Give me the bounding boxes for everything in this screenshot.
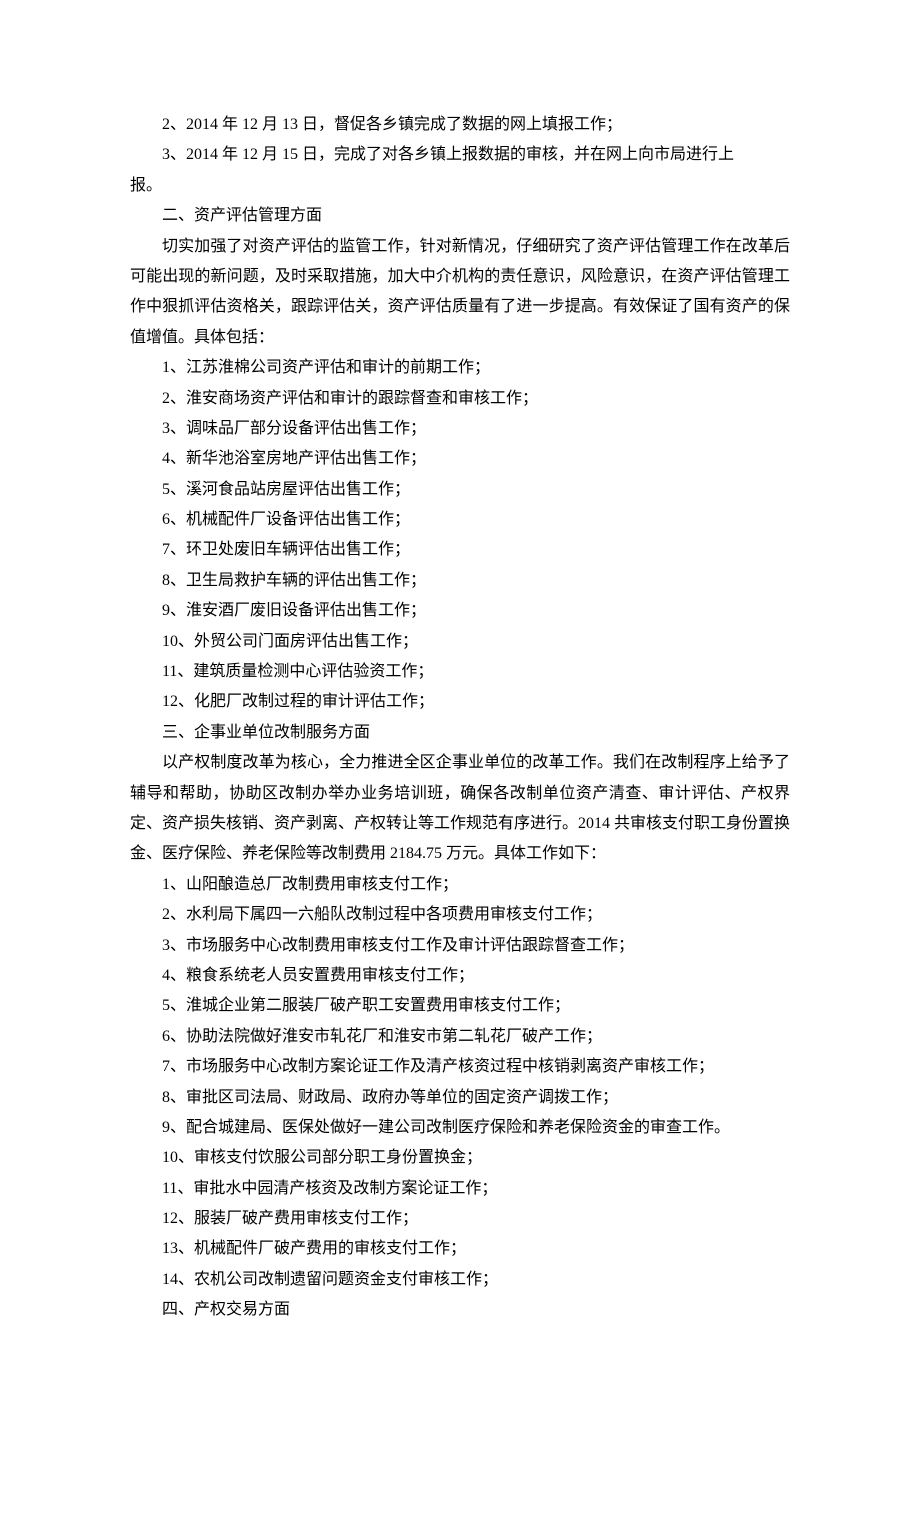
list-item: 1、山阳酿造总厂改制费用审核支付工作； xyxy=(130,870,790,900)
list-item: 11、审批水中园清产核资及改制方案论证工作； xyxy=(130,1174,790,1204)
list-item: 1、江苏淮棉公司资产评估和审计的前期工作； xyxy=(130,353,790,383)
list-item: 6、协助法院做好淮安市轧花厂和淮安市第二轧花厂破产工作； xyxy=(130,1022,790,1052)
list-item: 3、市场服务中心改制费用审核支付工作及审计评估跟踪督查工作； xyxy=(130,931,790,961)
list-item: 12、服装厂破产费用审核支付工作； xyxy=(130,1204,790,1234)
paragraph: 以产权制度改革为核心，全力推进全区企事业单位的改革工作。我们在改制程序上给予了辅… xyxy=(130,748,790,870)
text-line: 报。 xyxy=(130,171,790,201)
list-item: 3、调味品厂部分设备评估出售工作； xyxy=(130,414,790,444)
list-item: 6、机械配件厂设备评估出售工作； xyxy=(130,505,790,535)
list-item: 8、卫生局救护车辆的评估出售工作； xyxy=(130,566,790,596)
section-heading: 三、企事业单位改制服务方面 xyxy=(130,718,790,748)
list-item: 7、市场服务中心改制方案论证工作及清产核资过程中核销剥离资产审核工作； xyxy=(130,1052,790,1082)
list-item: 12、化肥厂改制过程的审计评估工作； xyxy=(130,687,790,717)
list-item: 10、审核支付饮服公司部分职工身份置换金； xyxy=(130,1143,790,1173)
list-item: 14、农机公司改制遗留问题资金支付审核工作； xyxy=(130,1265,790,1295)
list-item: 13、机械配件厂破产费用的审核支付工作； xyxy=(130,1234,790,1264)
list-item: 5、淮城企业第二服装厂破产职工安置费用审核支付工作； xyxy=(130,991,790,1021)
paragraph: 切实加强了对资产评估的监管工作，针对新情况，仔细研究了资产评估管理工作在改革后可… xyxy=(130,232,790,354)
text-line: 2、2014 年 12 月 13 日，督促各乡镇完成了数据的网上填报工作； xyxy=(130,110,790,140)
list-item: 10、外贸公司门面房评估出售工作； xyxy=(130,627,790,657)
list-item: 9、配合城建局、医保处做好一建公司改制医疗保险和养老保险资金的审查工作。 xyxy=(130,1113,790,1143)
list-item: 7、环卫处废旧车辆评估出售工作； xyxy=(130,535,790,565)
list-item: 8、审批区司法局、财政局、政府办等单位的固定资产调拨工作； xyxy=(130,1083,790,1113)
text-line: 3、2014 年 12 月 15 日，完成了对各乡镇上报数据的审核，并在网上向市… xyxy=(130,140,790,170)
list-item: 9、淮安酒厂废旧设备评估出售工作； xyxy=(130,596,790,626)
list-item: 4、粮食系统老人员安置费用审核支付工作； xyxy=(130,961,790,991)
section-heading: 四、产权交易方面 xyxy=(130,1295,790,1325)
list-item: 2、水利局下属四一六船队改制过程中各项费用审核支付工作； xyxy=(130,900,790,930)
list-item: 2、淮安商场资产评估和审计的跟踪督查和审核工作； xyxy=(130,384,790,414)
list-item: 11、建筑质量检测中心评估验资工作； xyxy=(130,657,790,687)
list-item: 5、溪河食品站房屋评估出售工作； xyxy=(130,475,790,505)
list-item: 4、新华池浴室房地产评估出售工作； xyxy=(130,444,790,474)
section-heading: 二、资产评估管理方面 xyxy=(130,201,790,231)
